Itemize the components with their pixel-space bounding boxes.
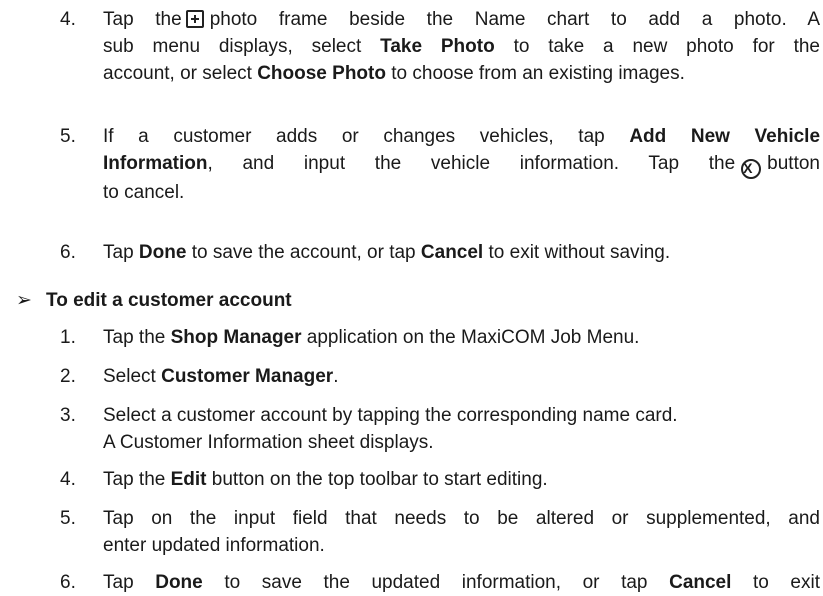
step-text: Tap the Edit button on the top toolbar t…	[103, 469, 548, 490]
manual-page: 4. Tap the photo frame beside the Name ch…	[0, 0, 823, 593]
section-heading: ➢ To edit a customer account	[16, 287, 292, 314]
step-number: 5.	[60, 126, 76, 147]
plus-square-icon	[185, 10, 204, 28]
step-number: 3.	[60, 405, 76, 426]
step-text: Tap the photo frame beside the Name chart…	[103, 9, 821, 84]
step-number: 5.	[60, 508, 76, 529]
step-text: Tap Done to save the updated information…	[103, 572, 820, 593]
step-text: Select Customer Manager.	[103, 366, 339, 387]
step-text: If a customer adds or changes vehicles, …	[103, 126, 821, 203]
step-number: 4.	[60, 469, 76, 490]
step-number: 1.	[60, 327, 76, 348]
section-title: To edit a customer account	[46, 290, 292, 311]
step-number: 6.	[60, 242, 76, 263]
step-text: Tap on the input field that needs to be …	[103, 508, 820, 556]
step-text: Tap Done to save the account, or tap Can…	[103, 242, 671, 263]
step-number: 6.	[60, 572, 76, 593]
step-number: 4.	[60, 9, 76, 30]
step-text: Select a customer account by tapping the…	[103, 405, 678, 453]
arrow-bullet-icon: ➢	[16, 290, 32, 311]
circle-x-icon: X	[741, 159, 762, 179]
step-number: 2.	[60, 366, 76, 387]
step-text: Tap the Shop Manager application on the …	[103, 327, 640, 348]
